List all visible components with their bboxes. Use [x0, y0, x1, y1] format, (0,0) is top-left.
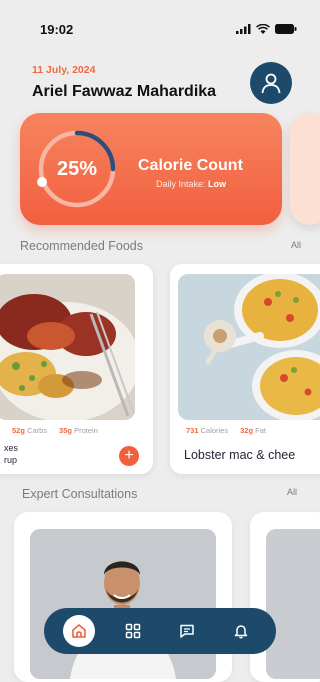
- bell-icon: [234, 625, 248, 639]
- profile-avatar-button[interactable]: [250, 62, 292, 104]
- home-icon: [72, 624, 86, 638]
- food-image: [178, 274, 320, 420]
- bottom-nav: [44, 608, 276, 654]
- expert-photo: [30, 529, 216, 679]
- chat-icon: [180, 624, 194, 638]
- food-image: [0, 274, 135, 420]
- food-name: xes rup: [4, 443, 19, 465]
- nav-grid[interactable]: [117, 615, 149, 647]
- expert-photo: [266, 529, 320, 679]
- calorie-card-title: Calorie Count: [138, 157, 243, 174]
- daily-intake-text: Daily Intake: Low: [156, 179, 227, 189]
- status-icons: [236, 24, 297, 34]
- current-date: 11 July, 2024: [32, 64, 96, 76]
- add-food-button[interactable]: +: [119, 446, 139, 466]
- recommended-all-link[interactable]: All: [291, 240, 301, 250]
- signal-icon: [236, 24, 251, 34]
- status-time: 19:02: [40, 22, 74, 37]
- experts-all-link[interactable]: All: [287, 487, 297, 497]
- food-stats: 52g Carbs 35g Protein: [12, 426, 98, 435]
- food-name: Lobster mac & chee: [184, 448, 296, 462]
- expert-card[interactable]: [250, 512, 320, 682]
- nav-chat[interactable]: [171, 615, 203, 647]
- calorie-count-card[interactable]: 25% Calorie Count Daily Intake: Low: [20, 113, 282, 225]
- nav-home[interactable]: [63, 615, 95, 647]
- user-icon: [261, 73, 281, 94]
- recommended-foods-title: Recommended Foods: [20, 239, 143, 253]
- food-card[interactable]: 731 Calories 32g Fat Lobster mac & chee: [170, 264, 320, 474]
- next-summary-card[interactable]: [290, 113, 320, 225]
- grid-icon: [125, 623, 141, 639]
- food-card[interactable]: 52g Carbs 35g Protein xes rup +: [0, 264, 153, 474]
- nav-notifications[interactable]: [225, 615, 257, 647]
- food-stats: 731 Calories 32g Fat: [186, 426, 266, 435]
- expert-consultations-title: Expert Consultations: [22, 487, 138, 501]
- expert-card[interactable]: [14, 512, 232, 682]
- battery-icon: [275, 24, 297, 34]
- user-name: Ariel Fawwaz Mahardika: [32, 83, 217, 100]
- calorie-percent: 25%: [56, 157, 98, 180]
- wifi-icon: [256, 24, 270, 34]
